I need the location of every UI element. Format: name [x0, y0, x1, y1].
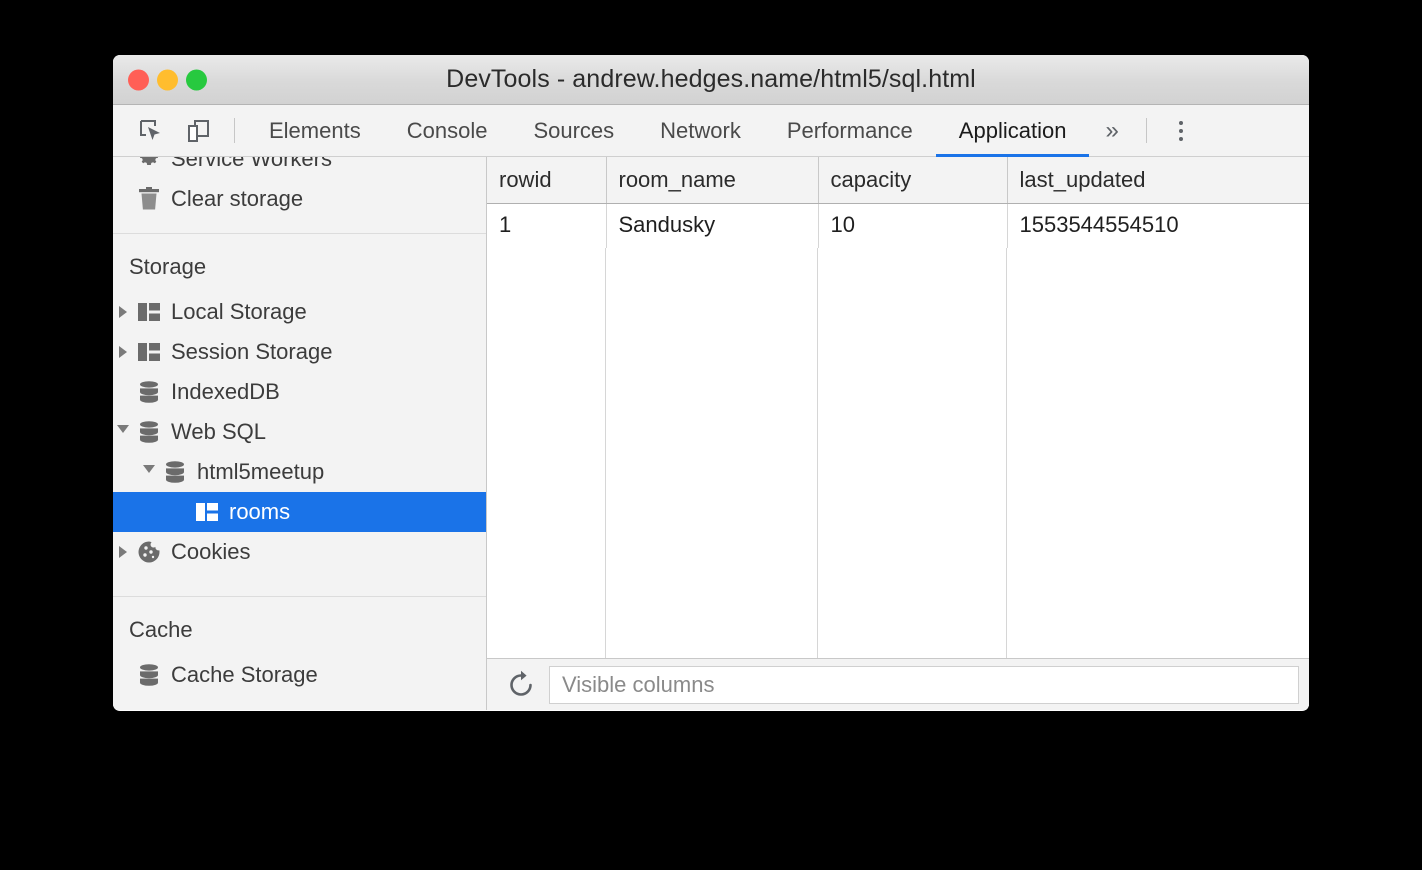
sidebar-item-clear-storage[interactable]: Clear storage: [113, 179, 486, 219]
datagrid: rowid room_name capacity last_updated 1 …: [487, 157, 1309, 658]
trash-icon: [133, 187, 165, 211]
tab-elements[interactable]: Elements: [246, 105, 384, 156]
sidebar-item-cache-storage[interactable]: Cache Storage: [113, 655, 486, 695]
minimize-button[interactable]: [157, 69, 178, 90]
chevron-down-icon[interactable]: [113, 425, 133, 439]
devtools-window: DevTools - andrew.hedges.name/html5/sql.…: [113, 55, 1309, 711]
tab-application[interactable]: Application: [936, 105, 1090, 156]
filler-col-last-updated: [1007, 248, 1309, 659]
table-row[interactable]: 1 Sandusky 10 1553544554510: [487, 204, 1309, 248]
filler-col-rowid: [487, 248, 606, 659]
sidebar-item-indexeddb[interactable]: IndexedDB: [113, 372, 486, 412]
device-toolbar-icon[interactable]: [175, 105, 223, 156]
sidebar-item-local-storage[interactable]: Local Storage: [113, 292, 486, 332]
cookie-icon: [133, 540, 165, 564]
gear-icon: [133, 157, 165, 171]
tab-performance[interactable]: Performance: [764, 105, 936, 156]
sidebar-item-label: Cookies: [171, 539, 250, 565]
sidebar-section-header-storage: Storage: [113, 234, 486, 292]
database-icon: [159, 461, 191, 483]
chevron-right-icon[interactable]: [113, 546, 133, 558]
window-titlebar: DevTools - andrew.hedges.name/html5/sql.…: [113, 55, 1309, 105]
inspect-element-icon[interactable]: [127, 105, 175, 156]
sidebar-item-service-workers-clipped[interactable]: Service Workers: [113, 157, 486, 179]
sidebar-section-storage: Storage Local Storage: [113, 233, 486, 596]
sidebar-section-header-cache: Cache: [113, 597, 486, 655]
sidebar-section-cache: Cache Cache Storage: [113, 596, 486, 695]
column-header-last-updated[interactable]: last_updated: [1007, 157, 1309, 204]
application-sidebar: Service Workers Clear storage: [113, 157, 487, 710]
sidebar-item-label: IndexedDB: [171, 379, 280, 405]
cell-rowid[interactable]: 1: [487, 204, 606, 248]
tab-console[interactable]: Console: [384, 105, 511, 156]
sidebar-item-session-storage[interactable]: Session Storage: [113, 332, 486, 372]
chevron-right-icon[interactable]: [113, 306, 133, 318]
database-icon: [133, 421, 165, 443]
filler-col-capacity: [818, 248, 1007, 659]
traffic-lights: [128, 69, 207, 90]
main-split: Service Workers Clear storage: [113, 157, 1309, 710]
maximize-button[interactable]: [186, 69, 207, 90]
sidebar-item-cookies[interactable]: Cookies: [113, 532, 486, 572]
sidebar-item-label: Local Storage: [171, 299, 307, 325]
close-button[interactable]: [128, 69, 149, 90]
cell-room-name[interactable]: Sandusky: [606, 204, 818, 248]
tab-network[interactable]: Network: [637, 105, 764, 156]
column-header-rowid[interactable]: rowid: [487, 157, 606, 204]
window-title: DevTools - andrew.hedges.name/html5/sql.…: [446, 65, 976, 94]
tab-sources[interactable]: Sources: [510, 105, 637, 156]
devtools-menu-icon[interactable]: [1158, 105, 1204, 156]
table-panel: rowid room_name capacity last_updated 1 …: [487, 157, 1309, 710]
sidebar-item-label: rooms: [229, 499, 290, 525]
chevron-right-icon[interactable]: [113, 346, 133, 358]
sidebar-item-label: Web SQL: [171, 419, 266, 445]
datagrid-toolbar: [487, 658, 1309, 710]
sidebar-section-application: Service Workers Clear storage: [113, 157, 486, 233]
rooms-table: rowid room_name capacity last_updated 1 …: [487, 157, 1309, 248]
datagrid-empty-area: [487, 248, 1309, 659]
toolbar-divider-2: [1146, 118, 1147, 143]
sidebar-item-label: Service Workers: [171, 157, 332, 172]
database-icon: [133, 381, 165, 403]
visible-columns-input[interactable]: [549, 666, 1299, 704]
cell-capacity[interactable]: 10: [818, 204, 1007, 248]
sidebar-item-rooms[interactable]: rooms: [113, 492, 486, 532]
cell-last-updated[interactable]: 1553544554510: [1007, 204, 1309, 248]
refresh-icon[interactable]: [499, 663, 543, 707]
sidebar-item-label: Session Storage: [171, 339, 332, 365]
table-grid-icon: [191, 503, 223, 521]
sidebar-item-html5meetup[interactable]: html5meetup: [113, 452, 486, 492]
database-icon: [133, 664, 165, 686]
table-header-row: rowid room_name capacity last_updated: [487, 157, 1309, 204]
table-grid-icon: [133, 343, 165, 361]
sidebar-item-web-sql[interactable]: Web SQL: [113, 412, 486, 452]
chevron-down-icon[interactable]: [139, 465, 159, 479]
filler-col-room-name: [606, 248, 818, 659]
column-header-capacity[interactable]: capacity: [818, 157, 1007, 204]
devtools-tabbar: Elements Console Sources Network Perform…: [113, 105, 1309, 157]
sidebar-item-label: Clear storage: [171, 186, 303, 212]
table-grid-icon: [133, 303, 165, 321]
toolbar-divider: [234, 118, 235, 143]
sidebar-item-label: html5meetup: [197, 459, 324, 485]
more-tabs-icon[interactable]: »: [1089, 105, 1134, 156]
sidebar-item-label: Cache Storage: [171, 662, 318, 688]
column-header-room-name[interactable]: room_name: [606, 157, 818, 204]
